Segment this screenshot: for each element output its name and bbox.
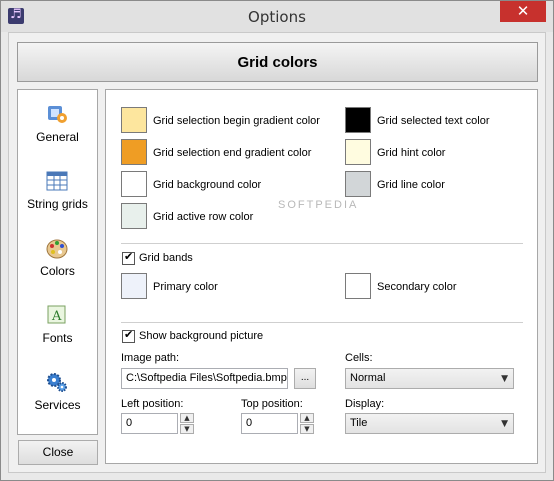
- general-icon: [48, 106, 67, 123]
- palette-icon: [46, 239, 68, 259]
- swatch-primary[interactable]: [121, 273, 147, 299]
- close-button[interactable]: Close: [18, 440, 98, 465]
- display-label: Display:: [345, 398, 385, 410]
- left-spin-down[interactable]: ▼: [180, 424, 194, 434]
- sidebar-item-label: Services: [34, 398, 81, 412]
- svg-text:A: A: [51, 309, 62, 324]
- color-label: Grid active row color: [153, 211, 254, 223]
- chevron-down-icon: ▼: [501, 419, 508, 429]
- page-title: Grid colors: [237, 54, 318, 71]
- sidebar-item-label: Fonts: [42, 331, 73, 345]
- client-area: Grid colors General String grids Colors …: [8, 32, 546, 473]
- left-spin-up[interactable]: ▲: [180, 413, 194, 423]
- sidebar: General String grids Colors A Fonts Serv…: [17, 89, 98, 435]
- swatch-grid-line[interactable]: [345, 171, 371, 197]
- color-label: Grid hint color: [377, 147, 446, 159]
- sidebar-item-services[interactable]: Services: [18, 364, 97, 430]
- swatch-selected-text[interactable]: [345, 107, 371, 133]
- sidebar-item-fonts[interactable]: A Fonts: [18, 297, 97, 363]
- top-spin-up[interactable]: ▲: [300, 413, 314, 423]
- show-background-label: Show background picture: [139, 330, 264, 342]
- color-label: Primary color: [153, 281, 218, 293]
- swatch-selection-begin[interactable]: [121, 107, 147, 133]
- color-label: Grid line color: [377, 179, 445, 191]
- top-position-label: Top position:: [241, 398, 303, 410]
- top-spin-down[interactable]: ▼: [300, 424, 314, 434]
- image-path-input[interactable]: C:\Softpedia Files\Softpedia.bmp: [121, 368, 288, 389]
- color-label: Grid selection end gradient color: [153, 147, 312, 159]
- display-select[interactable]: Tile ▼: [345, 413, 514, 434]
- title-bar: Options ✕: [1, 1, 553, 32]
- left-position-label: Left position:: [121, 398, 184, 410]
- sidebar-item-colors[interactable]: Colors: [18, 230, 97, 296]
- chevron-down-icon: ▼: [501, 374, 508, 384]
- grid-bands-label: Grid bands: [139, 252, 193, 264]
- options-window: Options ✕ Grid colors General: [0, 0, 554, 481]
- color-label: Secondary color: [377, 281, 457, 293]
- sidebar-item-label: Colors: [40, 264, 75, 278]
- watermark: SOFTPEDIA: [278, 199, 359, 211]
- swatch-active-row[interactable]: [121, 203, 147, 229]
- sidebar-item-string-grids[interactable]: String grids: [18, 163, 97, 229]
- divider: [121, 322, 523, 323]
- grid-icon: [46, 171, 68, 191]
- cells-label: Cells:: [345, 352, 373, 364]
- color-label: Grid selected text color: [377, 115, 490, 127]
- color-label: Grid background color: [153, 179, 262, 191]
- image-path-label: Image path:: [121, 352, 180, 364]
- grid-colors-panel: Grid selection begin gradient color Grid…: [105, 89, 538, 464]
- window-title: Options: [248, 8, 306, 26]
- swatch-selection-end[interactable]: [121, 139, 147, 165]
- color-label: Grid selection begin gradient color: [153, 115, 320, 127]
- cells-select[interactable]: Normal ▼: [345, 368, 514, 389]
- browse-button[interactable]: ...: [294, 368, 316, 389]
- swatch-secondary[interactable]: [345, 273, 371, 299]
- sidebar-item-general[interactable]: General: [18, 96, 97, 162]
- font-icon: A: [47, 305, 66, 324]
- sidebar-item-label: String grids: [27, 197, 88, 211]
- display-value: Tile: [350, 417, 368, 429]
- left-position-input[interactable]: 0: [121, 413, 178, 434]
- grid-bands-checkbox[interactable]: [122, 250, 135, 265]
- swatch-hint[interactable]: [345, 139, 371, 165]
- gears-icon: [47, 373, 67, 392]
- window-close-button[interactable]: ✕: [500, 1, 546, 22]
- swatch-grid-background[interactable]: [121, 171, 147, 197]
- cells-value: Normal: [350, 372, 386, 384]
- sidebar-item-label: General: [36, 130, 79, 144]
- divider: [121, 243, 523, 244]
- show-background-checkbox[interactable]: [122, 328, 135, 343]
- section-header: Grid colors: [17, 42, 538, 82]
- top-position-input[interactable]: 0: [241, 413, 298, 434]
